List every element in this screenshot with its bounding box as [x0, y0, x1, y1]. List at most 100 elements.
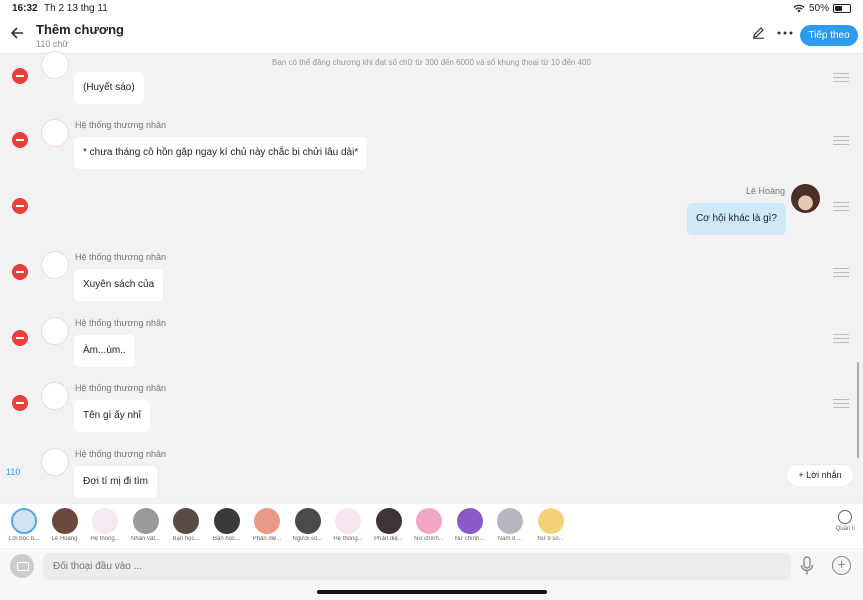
page-title: Thêm chương — [36, 22, 124, 37]
pencil-icon[interactable] — [752, 26, 765, 42]
drag-handle-icon[interactable] — [833, 202, 849, 211]
system-avatar — [41, 317, 69, 345]
character-avatar — [254, 508, 280, 534]
message-bubble[interactable]: * chưa tháng cô hồn gặp ngay kí chủ này … — [74, 137, 368, 169]
character-avatar — [537, 508, 564, 534]
message-bubble[interactable]: Àm...ùm.. — [74, 335, 135, 367]
drag-handle-icon[interactable] — [833, 399, 849, 408]
word-count-indicator: 110 — [6, 467, 21, 477]
scrollbar[interactable] — [857, 362, 859, 458]
home-indicator — [317, 590, 547, 594]
character-label: Bạn học... — [172, 536, 200, 542]
character-label: Nhân vật... — [130, 536, 160, 542]
message-sender: Hệ thống thương nhân — [75, 318, 166, 328]
wifi-icon — [793, 4, 805, 13]
more-icon[interactable] — [777, 26, 793, 42]
character-label: Hệ thống... — [333, 536, 363, 542]
dialogue-input[interactable] — [43, 553, 791, 580]
character-avatar — [416, 508, 442, 534]
character-item[interactable]: Nữ chính... — [450, 508, 490, 542]
character-item[interactable]: Lời bộc b... — [4, 508, 44, 542]
character-label: Bạn học... — [212, 536, 241, 542]
character-label: Lời bộc b... — [9, 536, 39, 542]
manage-button[interactable]: Quản lí — [836, 510, 855, 532]
word-count-subtitle: 110 chữ — [36, 39, 69, 49]
plus-icon[interactable]: + — [832, 556, 851, 575]
system-avatar — [41, 51, 69, 79]
message-bubble[interactable]: Xuyên sách của — [74, 269, 164, 301]
drag-handle-icon[interactable] — [833, 268, 849, 277]
battery-icon — [833, 4, 851, 13]
character-label: Lê Hoàng — [51, 536, 78, 542]
delete-icon[interactable] — [12, 264, 28, 280]
character-item[interactable]: Nam 8 ... — [490, 508, 530, 542]
character-avatar — [213, 508, 240, 534]
character-avatar — [11, 508, 37, 534]
character-item[interactable]: Bạn học... — [166, 508, 206, 542]
delete-icon[interactable] — [12, 395, 28, 411]
delete-icon[interactable] — [12, 132, 28, 148]
narrator-avatar-icon[interactable] — [10, 554, 34, 578]
character-label: Phản diệ... — [252, 536, 282, 542]
character-avatar — [132, 508, 159, 534]
character-avatar — [375, 508, 402, 534]
character-item[interactable]: Hệ thống... — [85, 508, 125, 542]
character-item[interactable]: Phản diệ... — [247, 508, 287, 542]
notice-text: Bạn có thể đăng chương khi đạt số chữ từ… — [272, 58, 591, 67]
delete-icon[interactable] — [12, 198, 28, 214]
character-item[interactable]: Bạn học... — [207, 508, 247, 542]
character-label: Người số... — [292, 536, 323, 542]
system-avatar — [41, 382, 69, 410]
battery-percent: 50% — [808, 3, 829, 14]
character-item[interactable]: Hệ thống... — [328, 508, 368, 542]
system-avatar — [41, 251, 69, 279]
character-label: Hệ thống... — [90, 536, 120, 542]
user-avatar — [791, 184, 820, 213]
message-bubble[interactable]: Đợi tí mị đi tìm — [74, 466, 157, 498]
message-bubble[interactable]: Cơ hội khác là gì? — [686, 203, 786, 235]
status-time: 16:32 — [12, 3, 38, 14]
message-bubble[interactable]: Tên gì ấy nhỉ — [74, 400, 150, 432]
add-message-button[interactable]: + Lời nhắn — [787, 465, 853, 486]
character-avatar — [335, 508, 361, 534]
status-bar: 16:32 Th 2 13 thg 11 50% — [0, 0, 863, 18]
microphone-icon[interactable] — [800, 556, 816, 578]
character-label: Nữ 9 số... — [537, 536, 564, 542]
manage-user-icon — [838, 510, 853, 524]
header-icons — [752, 26, 793, 42]
status-date: Th 2 13 thg 11 — [44, 3, 108, 14]
header: Thêm chương 110 chữ Tiếp theo — [0, 18, 863, 54]
status-right: 50% — [793, 3, 851, 14]
drag-handle-icon[interactable] — [833, 334, 849, 343]
character-label: Nam 8 ... — [497, 536, 523, 542]
delete-icon[interactable] — [12, 68, 28, 84]
character-avatar — [92, 508, 118, 534]
message-bubble[interactable]: (Huyết sáo) — [74, 72, 144, 104]
message-sender: Lê Hoàng — [745, 186, 785, 196]
message-sender: Hệ thống thương nhân — [75, 383, 166, 393]
character-item[interactable]: Phản diệ... — [369, 508, 409, 542]
system-avatar — [41, 119, 69, 147]
message-sender: Hệ thống thương nhân — [75, 449, 166, 459]
character-label: Phản diệ... — [374, 536, 403, 542]
delete-icon[interactable] — [12, 330, 28, 346]
message-sender: Hệ thống thương nhân — [75, 252, 166, 262]
character-label: Nữ chính... — [454, 536, 485, 542]
character-avatar — [51, 508, 78, 534]
character-avatar — [173, 508, 199, 534]
next-button[interactable]: Tiếp theo — [800, 25, 858, 46]
character-avatar — [497, 508, 523, 534]
character-item[interactable]: Nữ 9 số... — [531, 508, 571, 542]
character-item[interactable]: Nhân vật... — [126, 508, 166, 542]
message-sender: Hệ thống thương nhân — [75, 120, 166, 130]
character-avatar — [456, 508, 483, 534]
character-item[interactable]: Người số... — [288, 508, 328, 542]
drag-handle-icon[interactable] — [833, 136, 849, 145]
character-item[interactable]: Lê Hoàng — [45, 508, 85, 542]
drag-handle-icon[interactable] — [833, 73, 849, 82]
character-item[interactable]: Nữ chính... — [409, 508, 449, 542]
character-avatar — [294, 508, 321, 534]
back-icon[interactable] — [10, 24, 24, 45]
character-label: Nữ chính... — [414, 536, 444, 542]
character-bar: Lời bộc b... Lê Hoàng Hệ thống... Nhân vật.… — [0, 503, 863, 548]
